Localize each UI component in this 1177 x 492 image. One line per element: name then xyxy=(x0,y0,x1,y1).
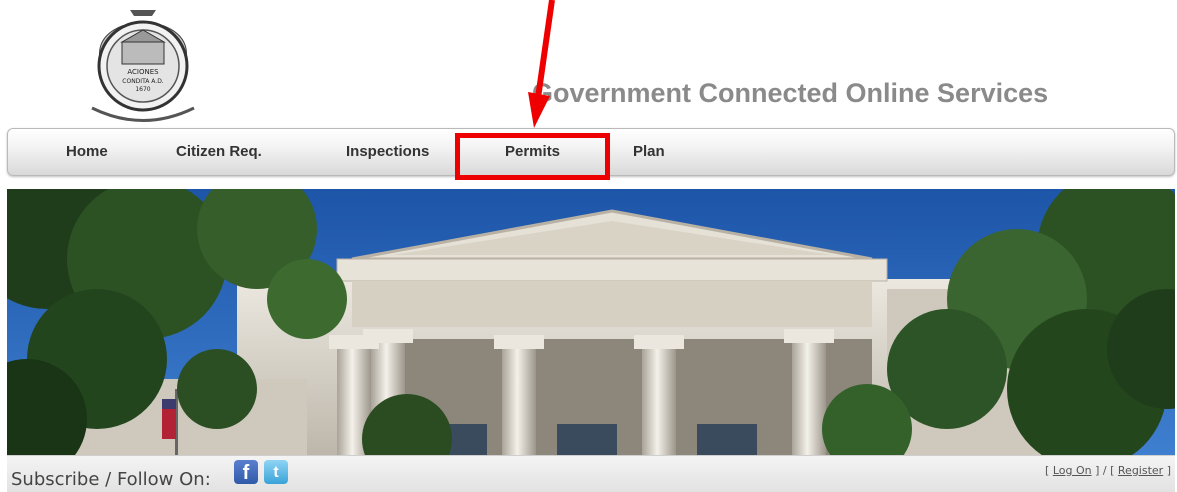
nav-home[interactable]: Home xyxy=(66,129,108,175)
nav-permits[interactable]: Permits xyxy=(505,129,560,175)
register-link[interactable]: Register xyxy=(1118,464,1163,477)
auth-links: [ Log On ] / [ Register ] xyxy=(1045,464,1171,477)
hero-building-image xyxy=(7,189,1175,455)
facebook-icon[interactable]: f xyxy=(234,460,258,484)
bracket-close: ] xyxy=(1163,464,1171,477)
seal-text-3: 1670 xyxy=(135,86,150,93)
nav-citizen-requests[interactable]: Citizen Req. xyxy=(176,129,262,175)
annotation-arrow-icon xyxy=(528,0,555,128)
site-title: Government Connected Online Services xyxy=(532,78,1049,108)
footer-bar: Subscribe / Follow On: f t [ Log On ] / … xyxy=(7,455,1175,492)
twitter-icon[interactable]: t xyxy=(264,460,288,484)
subscribe-follow-label: Subscribe / Follow On: xyxy=(11,469,211,490)
nav-inspections[interactable]: Inspections xyxy=(346,129,429,175)
nav-plan[interactable]: Plan xyxy=(633,129,665,175)
seal-text-1: ACIONES xyxy=(127,68,159,76)
seal-text-2: CONDITA A.D. xyxy=(122,78,164,85)
bracket-open: [ xyxy=(1045,464,1053,477)
log-on-link[interactable]: Log On xyxy=(1053,464,1092,477)
bracket-separator: ] / [ xyxy=(1091,464,1118,477)
city-seal-logo: ACIONES CONDITA A.D. 1670 xyxy=(72,8,214,128)
main-nav-bar: Home Citizen Req. Inspections Permits Pl… xyxy=(7,128,1175,176)
